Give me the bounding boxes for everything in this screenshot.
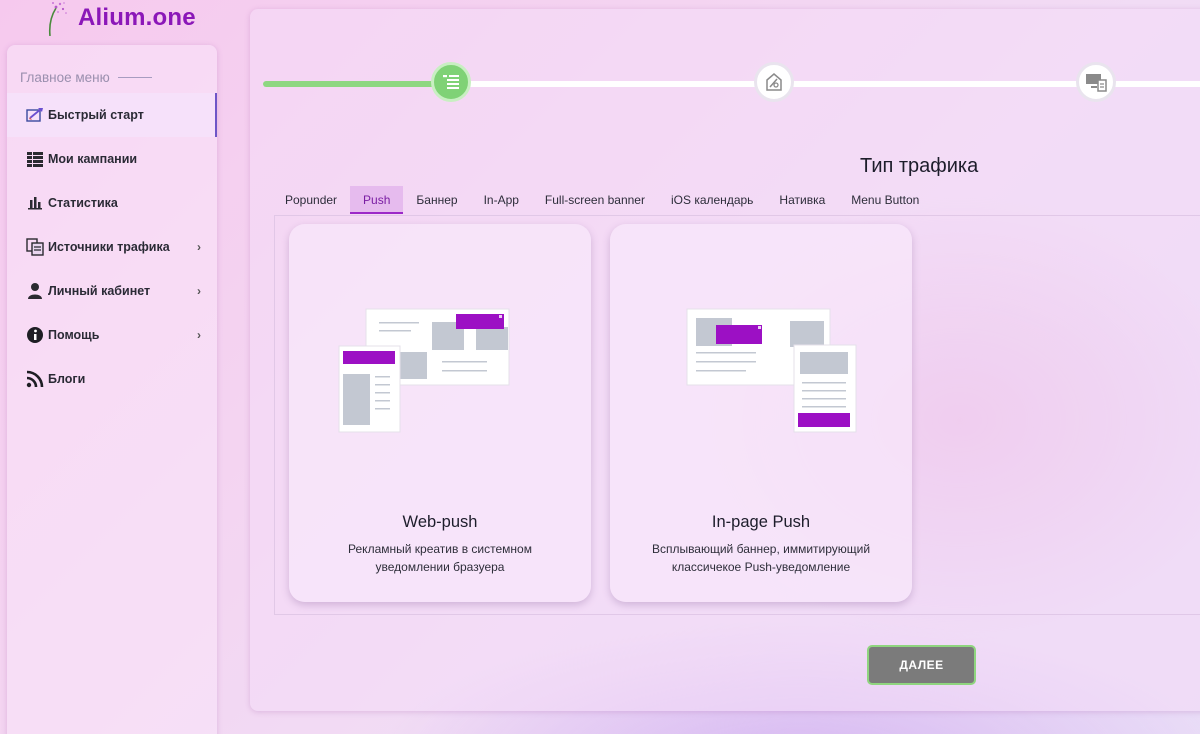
card-description: Рекламный креатив в системном уведомлени… — [348, 542, 532, 574]
sidebar-item-traffic-sources[interactable]: Источники трафика › — [7, 225, 217, 269]
sidebar-item-label: Быстрый старт — [48, 108, 144, 122]
sidebar-item-label: Помощь — [48, 328, 100, 342]
sidebar-header: Главное меню — [7, 45, 217, 89]
bar-chart-icon — [25, 193, 45, 213]
card-web-push[interactable]: Web-push Рекламный креатив в системном у… — [289, 224, 591, 602]
tab-push[interactable]: Push — [350, 186, 404, 214]
chevron-right-icon: › — [197, 328, 201, 342]
tab-native[interactable]: Нативка — [766, 186, 838, 214]
step-creative[interactable] — [754, 62, 794, 102]
card-description: Всплывающий баннер, иммитирующий классич… — [651, 542, 871, 574]
page-title: Тип трафика — [860, 155, 979, 177]
user-icon — [25, 281, 45, 301]
stepper-progress — [263, 81, 453, 87]
in-page-push-illustration — [686, 308, 857, 433]
sidebar-header-label: Главное меню — [20, 69, 110, 85]
sidebar-header-divider — [117, 76, 152, 78]
devices-icon — [1086, 74, 1107, 92]
logo-text: Alium.one — [78, 4, 196, 31]
rss-icon — [25, 369, 45, 389]
step-settings[interactable] — [1076, 62, 1116, 102]
tab-popunder[interactable]: Popunder — [272, 186, 350, 214]
traffic-type-tabs: Popunder Push Баннер In-App Full-screen … — [272, 186, 932, 214]
sidebar-item-campaigns[interactable]: Мои кампании — [7, 137, 217, 181]
sidebar-item-label: Личный кабинет — [48, 284, 151, 298]
list-icon — [443, 75, 459, 89]
logo[interactable]: Alium.one — [44, 0, 196, 36]
chevron-right-icon: › — [197, 284, 201, 298]
web-push-illustration — [338, 308, 510, 433]
sidebar-item-statistics[interactable]: Статистика — [7, 181, 217, 225]
sidebar-item-label: Мои кампании — [48, 152, 138, 166]
sidebar-item-label: Статистика — [48, 196, 118, 210]
card-in-page-push[interactable]: In-page Push Всплывающий баннер, иммитир… — [610, 224, 912, 602]
info-icon — [25, 325, 45, 345]
traffic-sources-icon — [25, 237, 45, 257]
progress-stepper — [263, 61, 1200, 107]
dandelion-logo-icon — [48, 2, 67, 36]
sidebar-nav: Быстрый старт Мои кампании Статистика Ис… — [7, 93, 217, 401]
tab-full-screen-banner[interactable]: Full-screen banner — [532, 186, 658, 214]
chevron-right-icon: › — [197, 240, 201, 254]
tab-menu-button[interactable]: Menu Button — [838, 186, 932, 214]
sidebar-item-label: Блоги — [48, 372, 86, 386]
next-button[interactable]: ДАЛЕЕ — [867, 645, 976, 685]
step-traffic-type[interactable] — [431, 62, 471, 102]
tab-banner[interactable]: Баннер — [403, 186, 470, 214]
rocket-icon — [25, 105, 45, 125]
card-title: Web-push — [402, 513, 478, 531]
sidebar-item-quick-start[interactable]: Быстрый старт — [7, 93, 217, 137]
sidebar: Главное меню Быстрый старт Мои кампании … — [7, 45, 217, 734]
campaigns-icon — [25, 149, 45, 169]
tab-in-app[interactable]: In-App — [471, 186, 532, 214]
design-icon — [766, 73, 782, 91]
main-panel: Тип трафика Popunder Push Баннер In-App … — [250, 9, 1200, 711]
sidebar-item-label: Источники трафика — [48, 240, 170, 254]
card-title: In-page Push — [711, 513, 811, 531]
sidebar-item-blogs[interactable]: Блоги — [7, 357, 217, 401]
sidebar-item-help[interactable]: Помощь › — [7, 313, 217, 357]
sidebar-item-account[interactable]: Личный кабинет › — [7, 269, 217, 313]
tab-ios-calendar[interactable]: iOS календарь — [658, 186, 766, 214]
